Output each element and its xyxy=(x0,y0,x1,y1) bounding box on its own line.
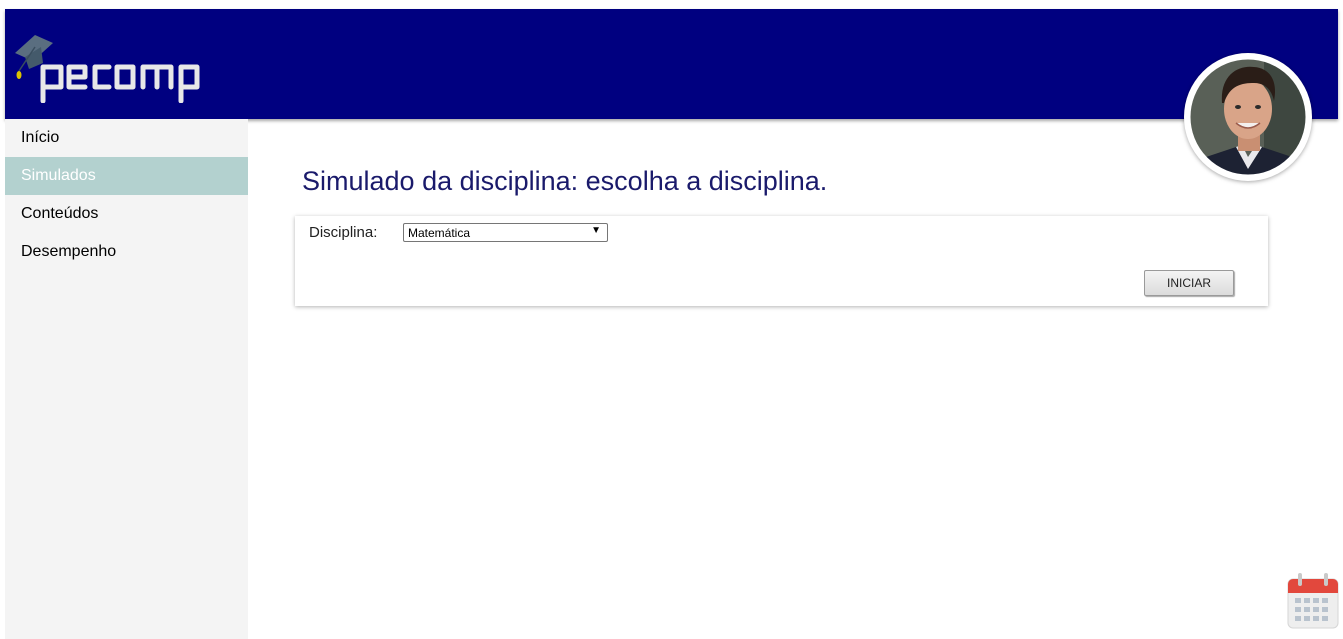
sidebar-item-label: Conteúdos xyxy=(21,205,99,222)
dropdown-arrow-icon: ▼ xyxy=(591,225,601,236)
discipline-form-card: Disciplina: Matemática ▼ INICIAR xyxy=(295,216,1268,306)
discipline-select-value: Matemática xyxy=(408,226,471,240)
page-title: Simulado da disciplina: escolha a discip… xyxy=(302,166,828,196)
discipline-label: Disciplina: xyxy=(309,224,378,241)
discipline-select[interactable]: Matemática ▼ xyxy=(403,223,608,242)
top-header xyxy=(5,9,1338,119)
start-button[interactable]: INICIAR xyxy=(1144,270,1234,296)
sidebar-item-inicio[interactable]: Início xyxy=(5,119,248,157)
sidebar-item-simulados[interactable]: Simulados xyxy=(5,157,248,195)
sidebar-item-label: Simulados xyxy=(21,167,96,184)
sidebar-item-desempenho[interactable]: Desempenho xyxy=(5,233,248,271)
sidebar-item-conteudos[interactable]: Conteúdos xyxy=(5,195,248,233)
pecomp-logo[interactable] xyxy=(13,27,203,103)
user-avatar[interactable] xyxy=(1184,53,1312,181)
sidebar-nav: Início Simulados Conteúdos Desempenho xyxy=(5,119,248,639)
sidebar-item-label: Início xyxy=(21,129,60,146)
sidebar-item-label: Desempenho xyxy=(21,243,117,260)
calendar-icon[interactable] xyxy=(1287,573,1339,629)
